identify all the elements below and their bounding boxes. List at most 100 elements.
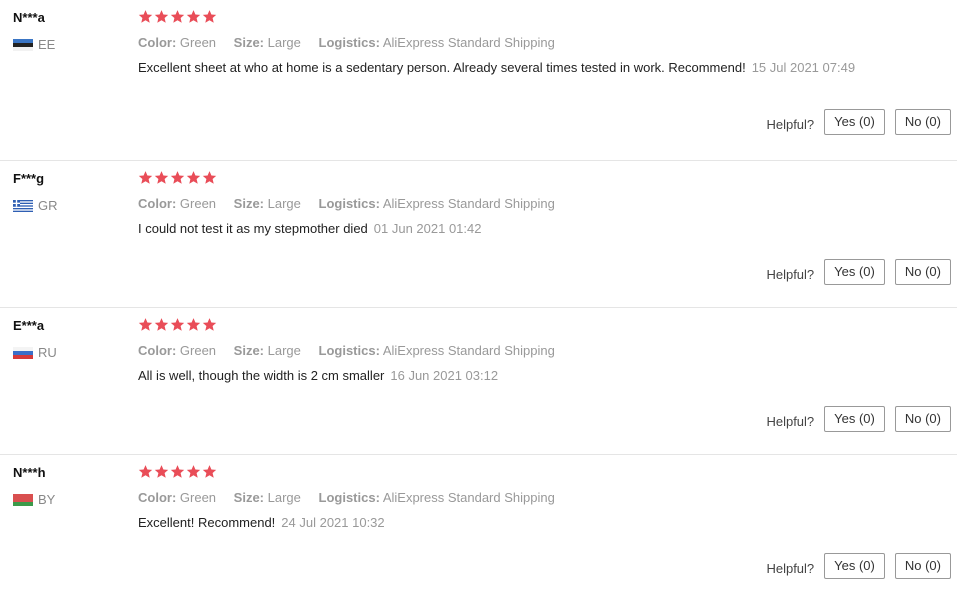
review-date: 16 Jun 2021 03:12 [390,368,499,383]
star-icon [154,317,169,332]
review-item: N***h BY Color: Green Size: Large Logist… [0,455,957,601]
helpful-label: Helpful? [766,561,815,576]
size-label: Size: [233,35,265,50]
star-rating [138,170,217,185]
star-icon [138,9,153,24]
size-value: Large [267,490,301,505]
size-value: Large [267,196,301,211]
reviewer-country: GR [13,198,58,213]
star-icon [186,170,201,185]
helpful-no-button[interactable]: No (0) [894,109,951,135]
helpful-yes-button[interactable]: Yes (0) [824,259,885,285]
star-rating [138,464,217,479]
order-attributes: Color: Green Size: Large Logistics: AliE… [138,196,569,211]
review-text-block: All is well, though the width is 2 cm sm… [138,367,858,385]
logistics-value: AliExpress Standard Shipping [382,196,555,211]
country-code: EE [38,37,56,52]
logistics-attribute: Logistics: AliExpress Standard Shipping [319,196,555,211]
helpful-yes-button[interactable]: Yes (0) [824,553,885,579]
helpful-controls: Helpful? Yes (0) No (0) [766,553,951,579]
review-text-block: I could not test it as my stepmother die… [138,220,858,238]
star-icon [154,9,169,24]
logistics-value: AliExpress Standard Shipping [382,490,555,505]
size-attribute: Size: Large [234,343,301,358]
order-attributes: Color: Green Size: Large Logistics: AliE… [138,35,569,50]
reviewer-name: E***a [13,318,45,333]
reviewer-country: BY [13,492,55,507]
color-attribute: Color: Green [138,343,216,358]
logistics-attribute: Logistics: AliExpress Standard Shipping [319,343,555,358]
helpful-controls: Helpful? Yes (0) No (0) [766,259,951,285]
helpful-controls: Helpful? Yes (0) No (0) [766,406,951,432]
star-icon [186,464,201,479]
order-attributes: Color: Green Size: Large Logistics: AliE… [138,490,569,505]
star-icon [170,464,185,479]
color-value: Green [179,343,217,358]
color-attribute: Color: Green [138,35,216,50]
review-text-block: Excellent! Recommend! 24 Jul 2021 10:32 [138,514,858,532]
color-attribute: Color: Green [138,196,216,211]
review-item: E***a RU Color: Green Size: Large Logist… [0,308,957,455]
star-rating [138,9,217,24]
review-text-block: Excellent sheet at who at home is a sede… [138,59,858,77]
color-value: Green [179,196,217,211]
country-code: GR [38,198,58,213]
logistics-label: Logistics: [318,35,380,50]
color-value: Green [179,35,217,50]
logistics-label: Logistics: [318,343,380,358]
review-date: 24 Jul 2021 10:32 [281,515,385,530]
greece-flag-icon [13,199,33,212]
logistics-label: Logistics: [318,196,380,211]
helpful-label: Helpful? [766,414,815,429]
size-attribute: Size: Large [234,35,301,50]
logistics-attribute: Logistics: AliExpress Standard Shipping [319,35,555,50]
size-label: Size: [233,490,265,505]
star-icon [186,317,201,332]
estonia-flag-icon [13,38,33,51]
logistics-value: AliExpress Standard Shipping [382,343,555,358]
helpful-yes-button[interactable]: Yes (0) [824,109,885,135]
helpful-yes-button[interactable]: Yes (0) [824,406,885,432]
helpful-no-button[interactable]: No (0) [894,553,951,579]
star-icon [138,464,153,479]
star-icon [170,317,185,332]
star-icon [154,170,169,185]
size-value: Large [267,35,301,50]
review-list: N***a EE Color: Green Size: Large Logist… [0,0,963,601]
reviewer-country: RU [13,345,57,360]
helpful-controls: Helpful? Yes (0) No (0) [766,109,951,135]
size-attribute: Size: Large [234,490,301,505]
size-attribute: Size: Large [234,196,301,211]
belarus-flag-icon [13,493,33,506]
review-item: F***g GR Color: Green Size: Large Logist… [0,161,957,308]
star-icon [154,464,169,479]
size-value: Large [267,343,301,358]
logistics-label: Logistics: [318,490,380,505]
review-date: 01 Jun 2021 01:42 [373,221,482,236]
star-icon [202,464,217,479]
reviewer-name: F***g [13,171,45,186]
star-icon [138,317,153,332]
color-value: Green [179,490,217,505]
star-icon [202,317,217,332]
russia-flag-icon [13,346,33,359]
color-label: Color: [138,343,177,358]
review-item: N***a EE Color: Green Size: Large Logist… [0,0,957,161]
star-icon [202,9,217,24]
color-label: Color: [138,490,177,505]
helpful-label: Helpful? [766,267,815,282]
star-rating [138,317,217,332]
country-code: RU [38,345,57,360]
size-label: Size: [233,343,265,358]
helpful-no-button[interactable]: No (0) [894,406,951,432]
star-icon [138,170,153,185]
helpful-no-button[interactable]: No (0) [894,259,951,285]
review-text: Excellent sheet at who at home is a sede… [138,60,746,75]
color-attribute: Color: Green [138,490,216,505]
reviewer-name: N***h [13,465,46,480]
review-text: All is well, though the width is 2 cm sm… [138,368,385,383]
review-text: I could not test it as my stepmother die… [138,221,368,236]
country-code: BY [38,492,56,507]
order-attributes: Color: Green Size: Large Logistics: AliE… [138,343,569,358]
logistics-attribute: Logistics: AliExpress Standard Shipping [319,490,555,505]
